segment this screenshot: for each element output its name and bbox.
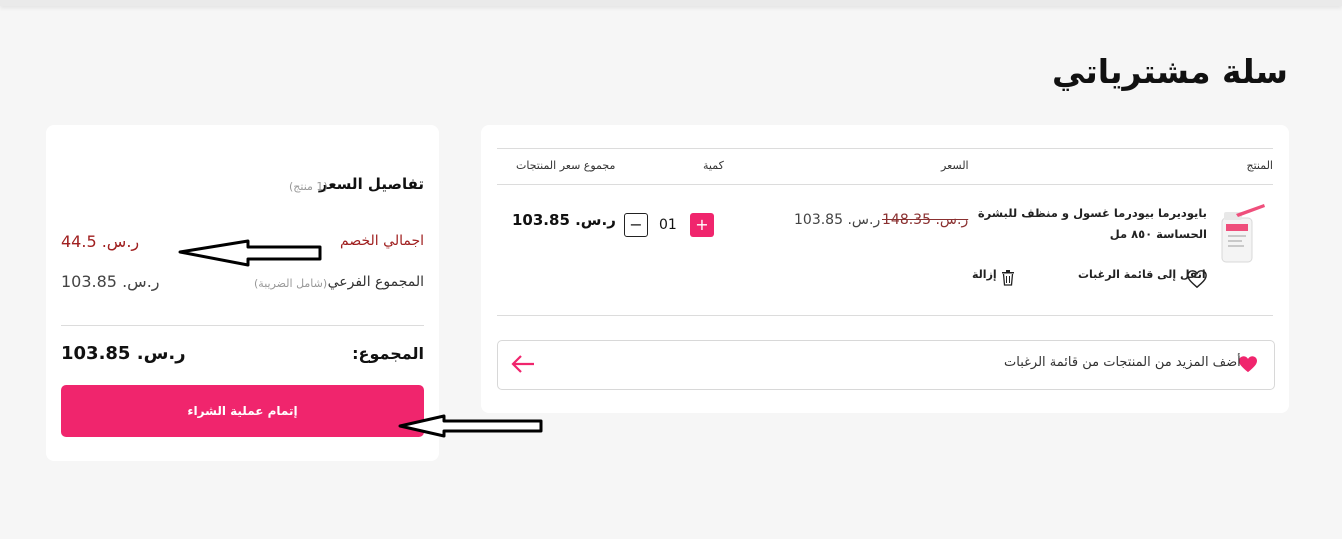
subtotal-value: ر.س. 103.85: [61, 272, 160, 291]
quantity-increase-button[interactable]: +: [690, 213, 714, 237]
quantity-value: 01: [659, 217, 677, 233]
header-product: المنتج: [1246, 159, 1273, 172]
row-divider: [497, 315, 1273, 316]
total-label: المجموع:: [352, 344, 424, 363]
discount-label: اجمالي الخصم: [340, 233, 424, 249]
product-image[interactable]: [1214, 202, 1266, 266]
remove-item-link[interactable]: إزالة: [972, 268, 997, 281]
page-title: سلة مشترياتي: [1052, 52, 1288, 91]
product-old-price: ر.س. 148.35: [882, 212, 969, 228]
product-price: ر.س. 103.85: [794, 212, 881, 228]
discount-value: ر.س. 44.5: [61, 232, 140, 251]
checkout-button[interactable]: إتمام عملية الشراء: [61, 385, 424, 437]
line-total: ر.س. 103.85: [512, 211, 616, 229]
add-from-wishlist-text[interactable]: أضف المزيد من المنتجات من قائمة الرغبات: [1004, 355, 1241, 370]
trash-icon[interactable]: [1001, 270, 1015, 286]
summary-title: تفاصيل السعر: [318, 175, 424, 193]
table-header-divider: [497, 184, 1273, 185]
arrow-left-icon[interactable]: [510, 354, 536, 374]
table-top-divider: [497, 148, 1273, 149]
summary-divider: [61, 325, 424, 326]
subtotal-tax-note: (شامل الضريبة): [254, 277, 328, 290]
move-to-wishlist-link[interactable]: انقل إلى قائمة الرغبات: [1078, 268, 1206, 281]
heart-filled-icon: [1239, 356, 1257, 373]
header-quantity: كمية: [703, 159, 724, 172]
top-header-bar: [0, 0, 1342, 6]
annotation-arrow-icon: [398, 414, 543, 438]
annotation-arrow-icon: [178, 239, 322, 267]
header-price: السعر: [941, 159, 969, 172]
header-line-total: مجموع سعر المنتجات: [516, 159, 616, 172]
product-name[interactable]: بايوديرما بيودرما غسول و منظف للبشرة الح…: [967, 203, 1207, 245]
quantity-decrease-button[interactable]: −: [624, 213, 648, 237]
summary-item-count: (1 منتج): [289, 180, 328, 193]
subtotal-label: المجموع الفرعي: [327, 274, 424, 290]
total-value: ر.س. 103.85: [61, 343, 186, 364]
